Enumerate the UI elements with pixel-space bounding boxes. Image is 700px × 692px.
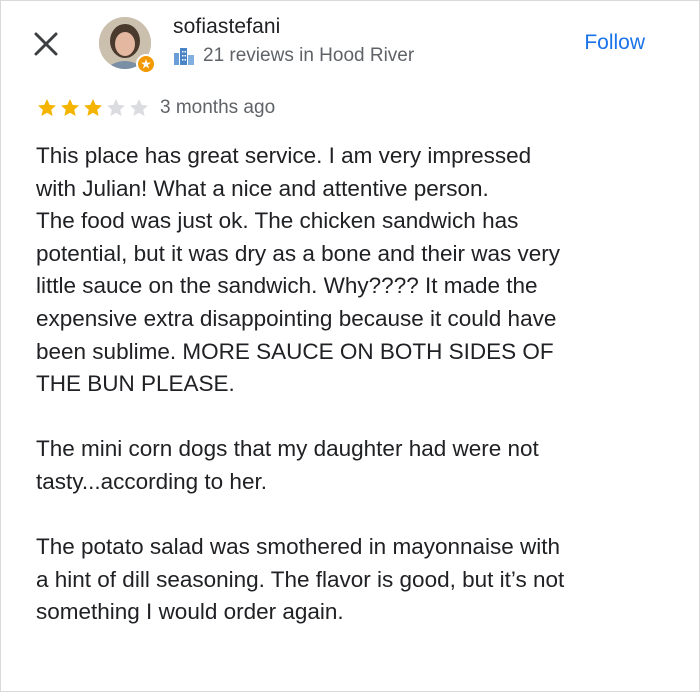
reviews-summary: 21 reviews in Hood River (173, 45, 414, 67)
reviews-count-label: 21 reviews in Hood River (203, 45, 415, 66)
review-paragraph: This place has great service. I am very … (36, 143, 561, 397)
star-filled-icon (38, 99, 56, 116)
star-empty-icon (130, 99, 148, 116)
rating-row: 3 months ago (36, 97, 275, 119)
review-date: 3 months ago (160, 97, 276, 118)
avatar[interactable] (99, 17, 156, 74)
close-icon (34, 32, 58, 56)
star-filled-icon (61, 99, 79, 116)
star-empty-icon (107, 99, 125, 116)
review-text: This place has great service. I am very … (36, 140, 676, 629)
review-paragraph: The potato salad was smothered in mayonn… (36, 534, 565, 625)
star-rating (36, 97, 150, 119)
close-button[interactable] (29, 27, 63, 61)
local-guide-badge-icon (136, 54, 156, 74)
reviews-city-icon (174, 48, 194, 65)
user-name[interactable]: sofiastefani (173, 15, 280, 39)
star-filled-icon (84, 99, 102, 116)
follow-button[interactable]: Follow (584, 31, 645, 55)
review-paragraph: The mini corn dogs that my daughter had … (36, 436, 539, 494)
review-card: sofiastefani 21 reviews in Hood River Fo… (0, 0, 700, 692)
